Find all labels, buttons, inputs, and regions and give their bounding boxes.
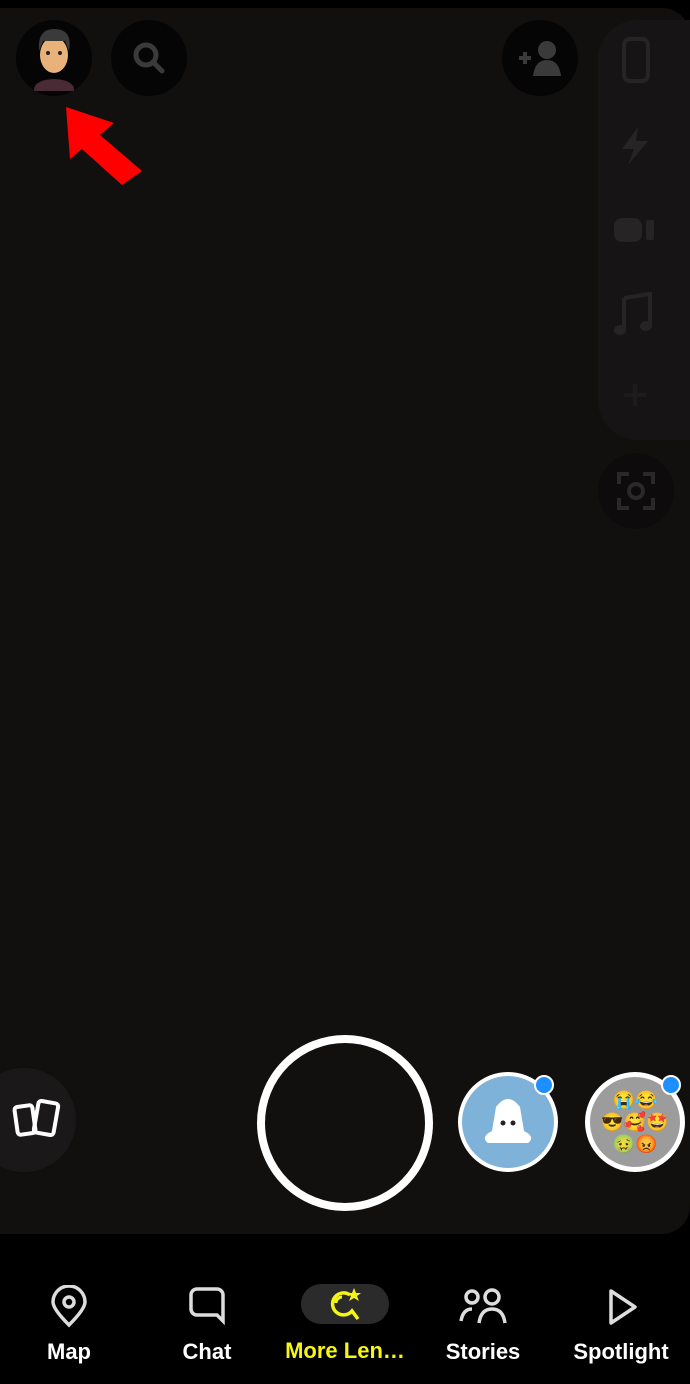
- nav-label: Stories: [445, 1339, 521, 1364]
- bitmoji-avatar-icon: [34, 29, 74, 91]
- scan-icon: [617, 472, 655, 510]
- ghost-lens-icon: [484, 1099, 532, 1143]
- music-icon[interactable]: [612, 290, 656, 338]
- nav-more-lenses[interactable]: More Len…: [285, 1284, 405, 1364]
- new-lens-badge: [534, 1075, 554, 1095]
- add-friend-icon: [519, 41, 561, 76]
- nav-label: Chat: [182, 1339, 232, 1364]
- map-pin-icon: [51, 1285, 87, 1328]
- scan-button[interactable]: [598, 453, 674, 529]
- nav-label: More Len…: [285, 1338, 405, 1363]
- new-lens-badge: [661, 1075, 681, 1095]
- nav-spotlight[interactable]: Spotlight: [561, 1285, 681, 1365]
- nav-stories[interactable]: Stories: [423, 1285, 543, 1365]
- lens-explore-icon: [330, 1288, 361, 1321]
- annotation-arrow: [66, 107, 142, 185]
- nav-label: Spotlight: [573, 1339, 669, 1364]
- memories-cards-icon: [12, 1098, 61, 1138]
- chat-bubble-icon: [189, 1287, 225, 1326]
- nav-map[interactable]: Map: [9, 1285, 129, 1365]
- video-settings-icon[interactable]: [612, 210, 658, 250]
- nav-label: Map: [47, 1339, 91, 1364]
- play-icon: [609, 1289, 637, 1325]
- people-icon: [459, 1288, 507, 1324]
- profile-avatar-button[interactable]: [16, 20, 92, 96]
- flash-off-icon[interactable]: [614, 125, 658, 169]
- add-friend-button[interactable]: [502, 20, 578, 96]
- capture-button[interactable]: [257, 1035, 433, 1211]
- nav-chat[interactable]: Chat: [147, 1285, 267, 1365]
- flip-camera-icon[interactable]: [616, 35, 656, 85]
- more-tools-icon[interactable]: [620, 380, 650, 410]
- search-button[interactable]: [111, 20, 187, 96]
- search-icon: [133, 42, 165, 74]
